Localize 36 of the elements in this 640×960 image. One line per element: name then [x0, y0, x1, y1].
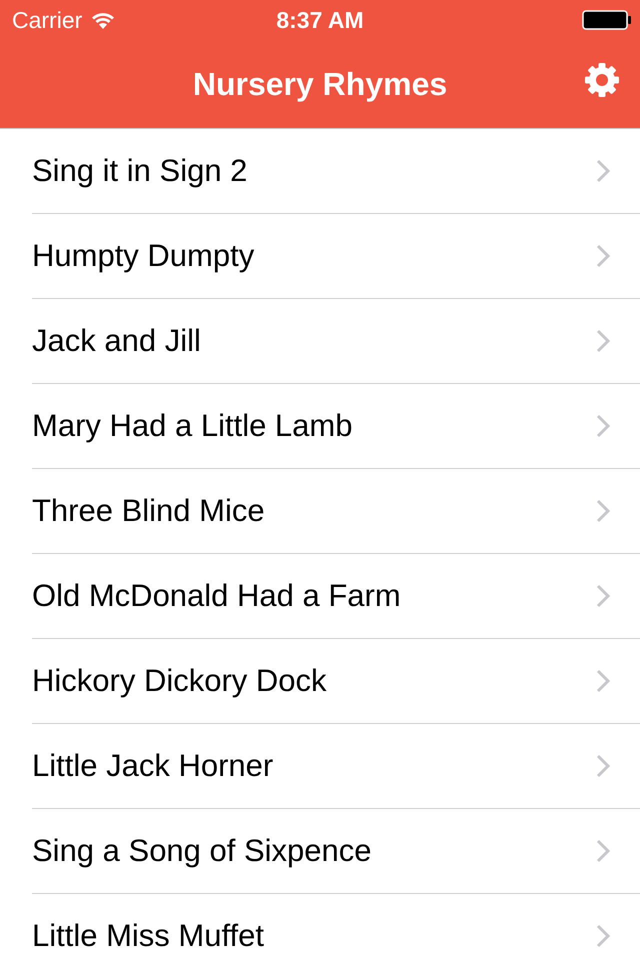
chevron-icon [596, 669, 610, 693]
row-label: Little Jack Horner [32, 748, 274, 784]
chevron-icon [596, 924, 610, 948]
list-row[interactable]: Old McDonald Had a Farm [32, 554, 640, 639]
settings-icon[interactable] [584, 62, 620, 98]
chevron-icon [596, 499, 610, 523]
chevron-icon [596, 244, 610, 268]
list-row[interactable]: Three Blind Mice [32, 469, 640, 554]
clock-time: 8:37 AM [276, 6, 364, 34]
chevron-icon [596, 839, 610, 863]
row-label: Little Miss Muffet [32, 918, 264, 954]
chevron-icon [596, 329, 610, 353]
chevron-icon [596, 159, 610, 183]
chevron-icon [596, 754, 610, 778]
carrier-name: Carrier [12, 6, 82, 34]
list-row[interactable]: Jack and Jill [32, 299, 640, 384]
wifi-icon [90, 10, 116, 30]
nav-title: Nursery Rhymes [192, 66, 448, 102]
list-row[interactable]: Little Jack Horner [32, 724, 640, 809]
row-label: Three Blind Mice [32, 493, 265, 529]
list-row[interactable]: Humpty Dumpty [32, 214, 640, 299]
list-row[interactable]: Mary Had a Little Lamb [32, 384, 640, 469]
chevron-icon [596, 414, 610, 438]
row-label: Sing it in Sign 2 [32, 153, 248, 189]
list-row[interactable]: Little Miss Muffet [32, 894, 640, 960]
row-label: Humpty Dumpty [32, 238, 254, 274]
row-label: Old McDonald Had a Farm [32, 578, 401, 614]
battery-icon [582, 10, 632, 30]
chevron-icon [596, 584, 610, 608]
list-row[interactable]: Sing a Song of Sixpence [32, 809, 640, 894]
list-row[interactable]: Hickory Dickory Dock [32, 639, 640, 724]
row-label: Jack and Jill [32, 323, 201, 359]
list-row[interactable]: Sing it in Sign 2 [32, 129, 640, 214]
row-label: Hickory Dickory Dock [32, 663, 327, 699]
row-label: Sing a Song of Sixpence [32, 833, 372, 869]
row-label: Mary Had a Little Lamb [32, 408, 352, 444]
